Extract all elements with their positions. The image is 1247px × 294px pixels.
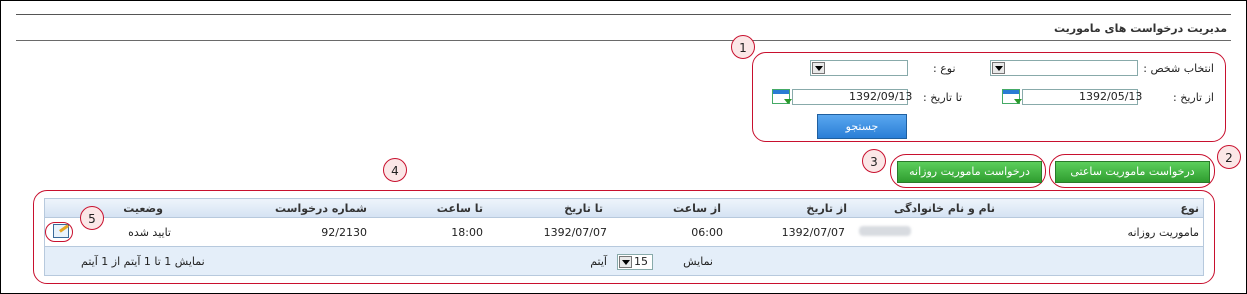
cell-type: ماموریت روزانه <box>1127 226 1199 239</box>
cell-to-time: 18:00 <box>451 226 483 239</box>
missions-table: نوع نام و نام خانوادگی از تاریخ از ساعت … <box>44 198 1204 276</box>
person-label: انتخاب شخص : <box>1143 62 1214 75</box>
cell-from-time: 06:00 <box>691 226 723 239</box>
cell-request-number: 92/2130 <box>321 226 367 239</box>
daily-mission-button[interactable]: درخواست ماموریت روزانه <box>897 161 1042 183</box>
column-fullname[interactable]: نام و نام خانوادگی <box>894 202 995 215</box>
callout-2: 2 <box>1217 145 1241 169</box>
pager-summary: نمایش 1 تا 1 آیتم از 1 آیتم <box>81 255 205 268</box>
column-type[interactable]: نوع <box>1180 202 1199 215</box>
edit-icon-highlight <box>45 222 73 242</box>
table-row[interactable]: ماموریت روزانه 1392/07/07 06:00 1392/07/… <box>44 218 1204 246</box>
page-size-select[interactable]: 15 <box>617 254 653 270</box>
chevron-down-icon[interactable] <box>992 62 1005 74</box>
column-from-time[interactable]: از ساعت <box>673 202 721 215</box>
pager-show-label: نمایش <box>683 255 713 268</box>
callout-4: 4 <box>383 158 407 182</box>
column-status[interactable]: وضعیت <box>123 202 163 215</box>
table-pager: نمایش 15 آیتم نمایش 1 تا 1 آیتم از 1 آیت… <box>44 246 1204 276</box>
cell-fullname-redacted <box>859 226 911 236</box>
column-request-number[interactable]: شماره درخواست <box>275 202 367 215</box>
hourly-mission-button[interactable]: درخواست ماموریت ساعتی <box>1055 161 1210 183</box>
cell-to-date: 1392/07/07 <box>543 226 607 239</box>
type-label: نوع : <box>933 62 956 75</box>
callout-1: 1 <box>731 35 755 59</box>
search-button[interactable]: جستجو <box>817 114 907 139</box>
chevron-down-icon[interactable] <box>619 256 632 268</box>
from-date-label: از تاریخ : <box>1173 91 1214 104</box>
table-header: نوع نام و نام خانوادگی از تاریخ از ساعت … <box>44 198 1204 218</box>
page-title: مدیریت درخواست های ماموریت <box>1053 22 1227 35</box>
column-to-time[interactable]: تا ساعت <box>437 202 483 215</box>
chevron-down-icon[interactable] <box>812 62 825 74</box>
top-divider <box>16 14 1231 15</box>
page-size-value: 15 <box>634 255 648 268</box>
callout-5: 5 <box>80 206 104 230</box>
cell-from-date: 1392/07/07 <box>781 226 845 239</box>
title-divider <box>16 40 1231 41</box>
type-select[interactable] <box>810 60 908 76</box>
column-to-date[interactable]: تا تاریخ <box>564 202 603 215</box>
column-from-date[interactable]: از تاریخ <box>806 202 847 215</box>
to-date-input[interactable]: 1392/09/13 <box>792 89 912 105</box>
callout-3: 3 <box>862 149 886 173</box>
from-date-input[interactable]: 1392/05/13 <box>1022 89 1142 105</box>
person-select[interactable] <box>990 60 1138 76</box>
calendar-icon[interactable] <box>772 89 792 104</box>
calendar-icon[interactable] <box>1002 89 1022 104</box>
cell-status: تایید شده <box>128 226 171 239</box>
pager-items-label: آیتم <box>590 255 607 268</box>
to-date-label: تا تاریخ : <box>923 91 962 104</box>
